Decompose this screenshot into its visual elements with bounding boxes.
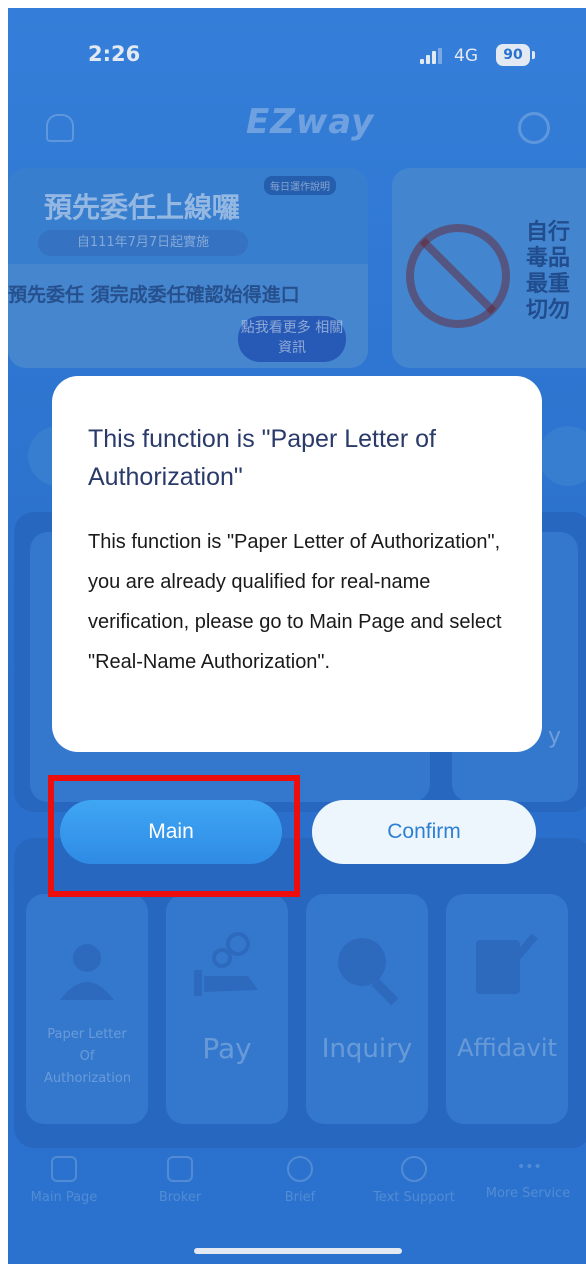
dialog-message: This function is "Paper Letter of Author… xyxy=(88,531,502,673)
dialog-title: This function is "Paper Letter of Author… xyxy=(88,425,436,491)
confirm-button[interactable]: Confirm xyxy=(312,800,536,864)
info-dialog: This function is "Paper Letter of Author… xyxy=(52,376,542,752)
highlight-box xyxy=(48,775,300,897)
phone-screen: 2:26 4G 90 EZway 預先委任上線囉 每日運作說明 自111年7月7… xyxy=(8,8,586,1264)
